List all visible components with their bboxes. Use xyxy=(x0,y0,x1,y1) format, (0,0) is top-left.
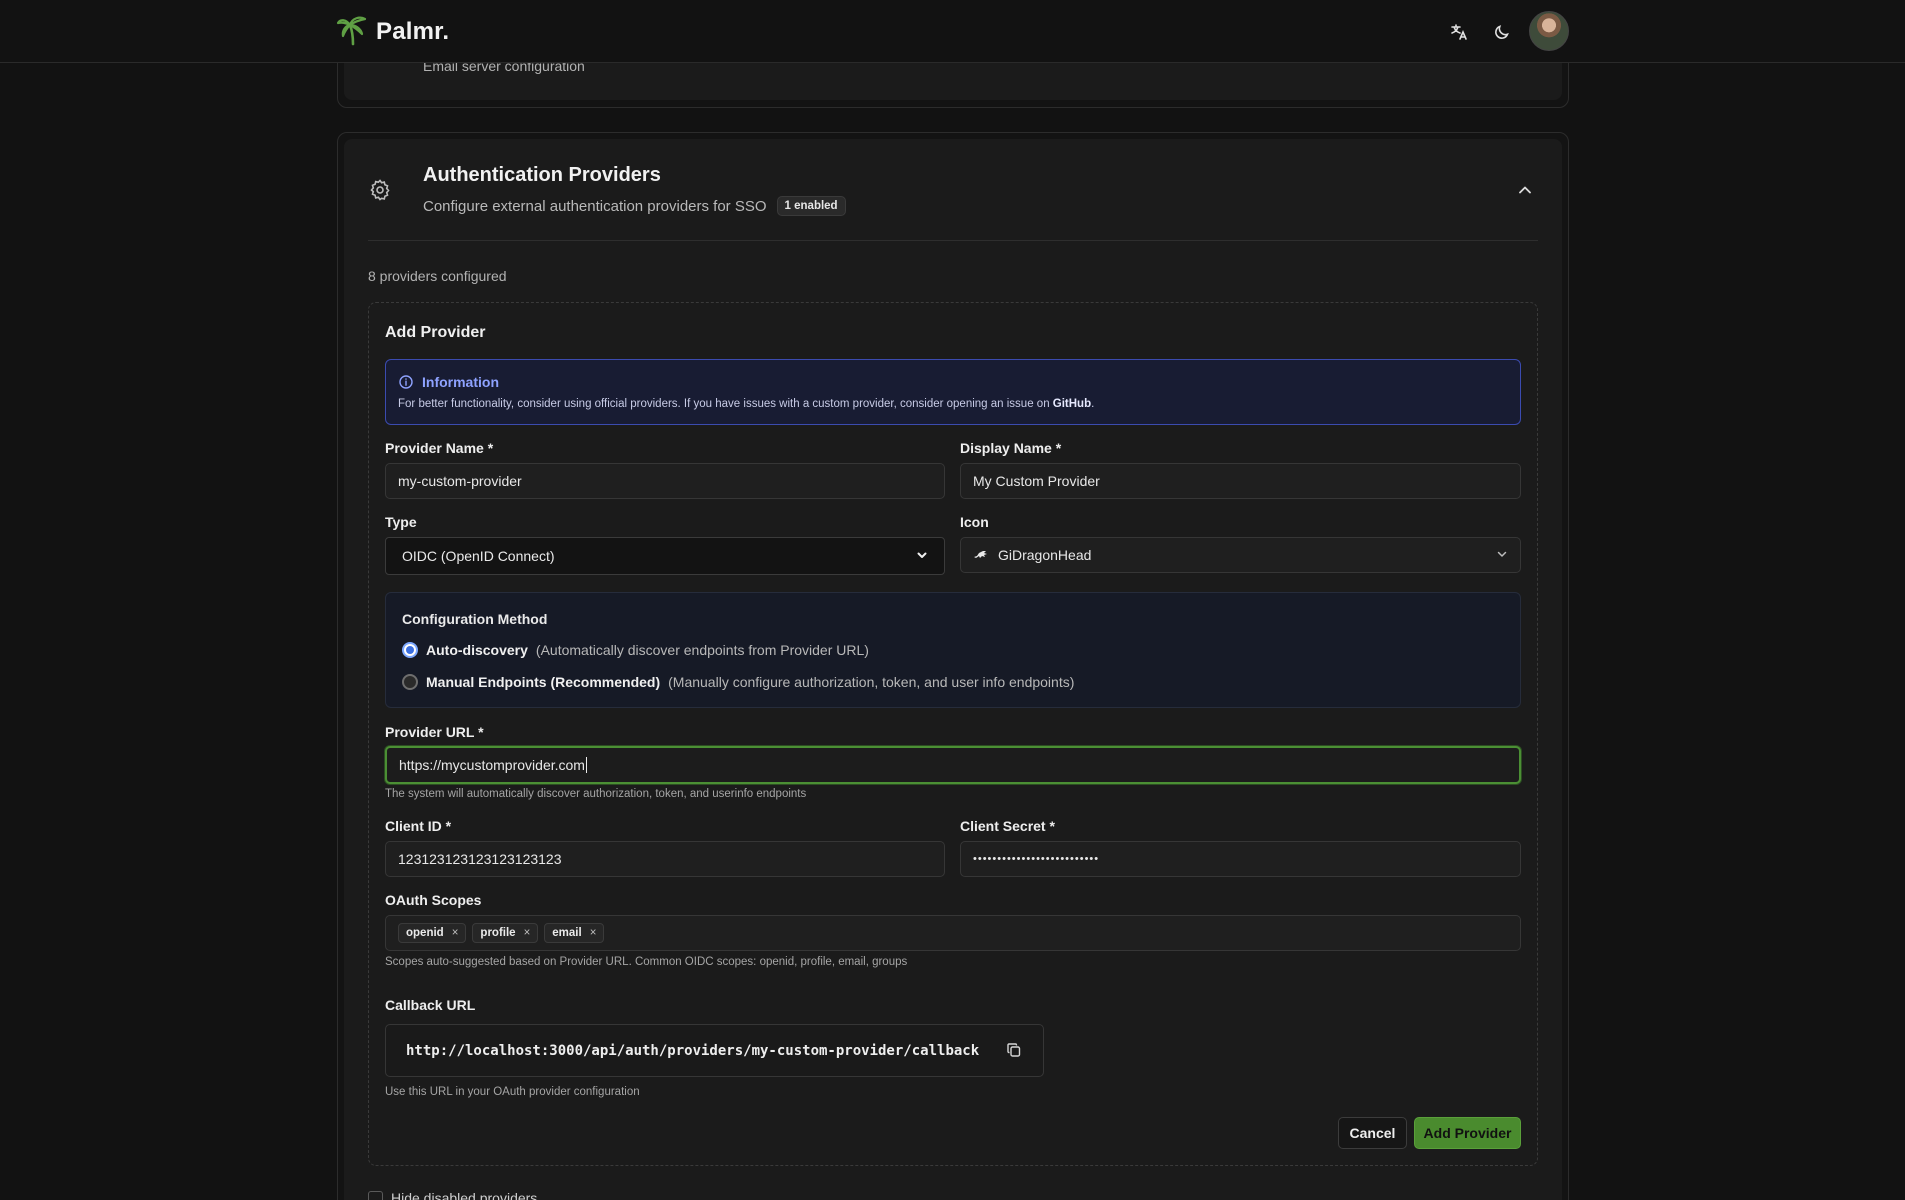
remove-chip-icon[interactable]: × xyxy=(590,927,597,939)
information-callout: Information For better functionality, co… xyxy=(385,359,1521,425)
icon-select[interactable]: GiDragonHead xyxy=(960,537,1521,573)
display-name-input[interactable]: My Custom Provider xyxy=(960,463,1521,499)
radio-button-selected[interactable] xyxy=(402,642,418,658)
user-avatar[interactable] xyxy=(1529,11,1569,51)
display-name-value: My Custom Provider xyxy=(973,473,1100,489)
text-cursor xyxy=(585,757,587,773)
client-id-label: Client ID * xyxy=(385,818,452,834)
provider-url-label: Provider URL * xyxy=(385,724,484,740)
type-select[interactable]: OIDC (OpenID Connect) xyxy=(385,537,945,575)
brand[interactable]: Palmr. xyxy=(336,14,449,50)
icon-select-value: GiDragonHead xyxy=(998,547,1092,563)
display-name-label: Display Name * xyxy=(960,440,1062,456)
radio-desc-manual-endpoints: (Manually configure authorization, token… xyxy=(668,674,1075,690)
moon-icon[interactable] xyxy=(1490,20,1514,44)
add-provider-button[interactable]: Add Provider xyxy=(1414,1117,1521,1149)
provider-name-input[interactable]: my-custom-provider xyxy=(385,463,945,499)
provider-name-value: my-custom-provider xyxy=(398,473,522,489)
radio-auto-discovery[interactable]: Auto-discovery (Automatically discover e… xyxy=(402,642,869,658)
radio-label-auto-discovery: Auto-discovery xyxy=(426,642,528,658)
section-divider xyxy=(368,240,1538,241)
remove-chip-icon[interactable]: × xyxy=(524,927,531,939)
hide-disabled-checkbox[interactable] xyxy=(368,1190,383,1200)
app-name: Palmr. xyxy=(376,18,450,45)
hide-disabled-label: Hide disabled providers xyxy=(391,1190,538,1200)
info-text-body: For better functionality, consider using… xyxy=(398,398,1053,410)
github-link[interactable]: GitHub xyxy=(1053,398,1091,410)
info-text-end: . xyxy=(1091,398,1095,410)
client-id-input[interactable]: 123123123123123123123 xyxy=(385,841,945,877)
configuration-method-panel: Configuration Method Auto-discovery (Aut… xyxy=(385,592,1521,708)
hide-disabled-row[interactable]: Hide disabled providers xyxy=(368,1190,537,1200)
icon-select-current: GiDragonHead xyxy=(973,547,1091,563)
cancel-button[interactable]: Cancel xyxy=(1338,1117,1407,1149)
provider-url-value: https://mycustomprovider.com xyxy=(399,757,585,773)
auth-section-subtitle: Configure external authentication provid… xyxy=(423,197,767,215)
auth-section-subtitle-row: Configure external authentication provid… xyxy=(423,196,846,216)
scope-chip-label: profile xyxy=(480,927,516,939)
collapse-chevron-up-icon[interactable] xyxy=(1515,180,1535,204)
info-text: For better functionality, consider using… xyxy=(398,398,1094,410)
scope-chip-label: openid xyxy=(406,927,444,939)
translate-icon[interactable] xyxy=(1447,20,1471,44)
top-bar: Palmr. xyxy=(0,0,1905,63)
chevron-down-icon xyxy=(1496,547,1508,563)
client-secret-value: •••••••••••••••••••••••••• xyxy=(973,853,1100,865)
client-secret-label: Client Secret * xyxy=(960,818,1055,834)
callback-url-label: Callback URL xyxy=(385,997,476,1013)
add-provider-title: Add Provider xyxy=(385,324,486,341)
scope-chip: profile × xyxy=(472,923,539,943)
palm-logo-icon xyxy=(336,14,370,50)
enabled-count-badge: 1 enabled xyxy=(776,196,846,216)
radio-desc-auto-discovery: (Automatically discover endpoints from P… xyxy=(535,642,869,658)
configuration-method-title: Configuration Method xyxy=(402,611,548,627)
oauth-scopes-input[interactable]: openid × profile × email × xyxy=(385,915,1521,951)
scope-chip: email × xyxy=(544,923,605,943)
callback-url-box: http://localhost:3000/api/auth/providers… xyxy=(385,1024,1044,1077)
info-title: Information xyxy=(422,374,499,390)
oauth-scopes-label: OAuth Scopes xyxy=(385,892,482,908)
client-id-value: 123123123123123123123 xyxy=(398,851,562,867)
icon-label: Icon xyxy=(960,514,989,530)
scope-chip-label: email xyxy=(552,927,582,939)
chevron-down-icon xyxy=(916,548,928,564)
type-select-value: OIDC (OpenID Connect) xyxy=(402,548,555,564)
providers-count: 8 providers configured xyxy=(368,268,507,284)
client-secret-input[interactable]: •••••••••••••••••••••••••• xyxy=(960,841,1521,877)
scope-chip: openid × xyxy=(398,923,467,943)
callback-url-help: Use this URL in your OAuth provider conf… xyxy=(385,1086,640,1098)
provider-name-label: Provider Name * xyxy=(385,440,494,456)
radio-label-manual-endpoints: Manual Endpoints (Recommended) xyxy=(426,674,661,690)
copy-icon[interactable] xyxy=(1006,1042,1022,1062)
remove-chip-icon[interactable]: × xyxy=(452,927,459,939)
settings-gear-icon xyxy=(368,178,392,206)
provider-url-input[interactable]: https://mycustomprovider.com xyxy=(385,746,1521,784)
auth-section-title: Authentication Providers xyxy=(423,164,661,186)
callback-url-value: http://localhost:3000/api/auth/providers… xyxy=(406,1042,980,1059)
radio-button-unselected[interactable] xyxy=(402,674,418,690)
provider-url-help: The system will automatically discover a… xyxy=(385,788,807,800)
dragon-head-icon xyxy=(973,547,988,563)
oauth-scopes-help: Scopes auto-suggested based on Provider … xyxy=(385,956,908,968)
info-circle-icon xyxy=(399,375,413,393)
type-label: Type xyxy=(385,514,417,530)
radio-manual-endpoints[interactable]: Manual Endpoints (Recommended) (Manually… xyxy=(402,674,1074,690)
